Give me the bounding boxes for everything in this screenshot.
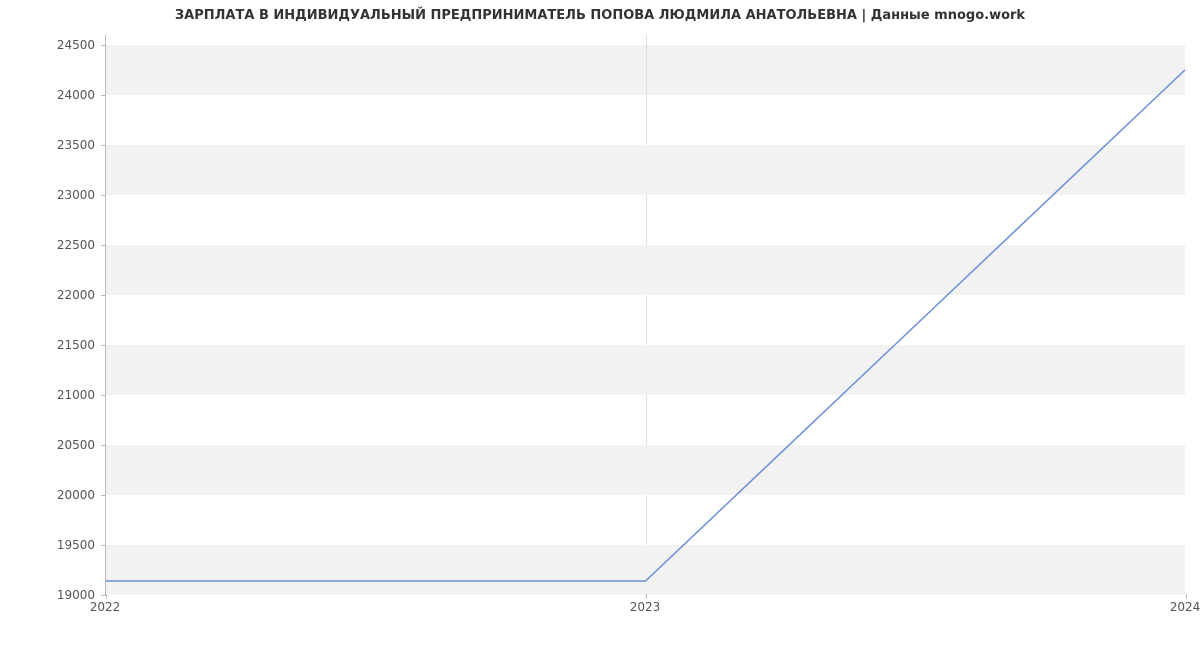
y-tick-label: 24500: [40, 38, 95, 52]
chart-container: ЗАРПЛАТА В ИНДИВИДУАЛЬНЫЙ ПРЕДПРИНИМАТЕЛ…: [0, 0, 1200, 650]
data-line: [106, 70, 1185, 581]
y-tick-label: 19500: [40, 538, 95, 552]
y-tick-label: 24000: [40, 88, 95, 102]
plot-area: [105, 35, 1185, 595]
y-tick-label: 21000: [40, 388, 95, 402]
y-tick-label: 20500: [40, 438, 95, 452]
x-tick-label: 2022: [90, 600, 121, 614]
x-tick-label: 2024: [1170, 600, 1200, 614]
y-tick-label: 20000: [40, 488, 95, 502]
line-layer: [106, 35, 1185, 594]
y-tick-label: 22500: [40, 238, 95, 252]
y-tick-label: 22000: [40, 288, 95, 302]
y-tick-label: 23500: [40, 138, 95, 152]
x-tick-label: 2023: [630, 600, 661, 614]
y-tick-label: 21500: [40, 338, 95, 352]
chart-title: ЗАРПЛАТА В ИНДИВИДУАЛЬНЫЙ ПРЕДПРИНИМАТЕЛ…: [0, 8, 1200, 23]
y-tick-label: 19000: [40, 588, 95, 602]
y-tick-label: 23000: [40, 188, 95, 202]
